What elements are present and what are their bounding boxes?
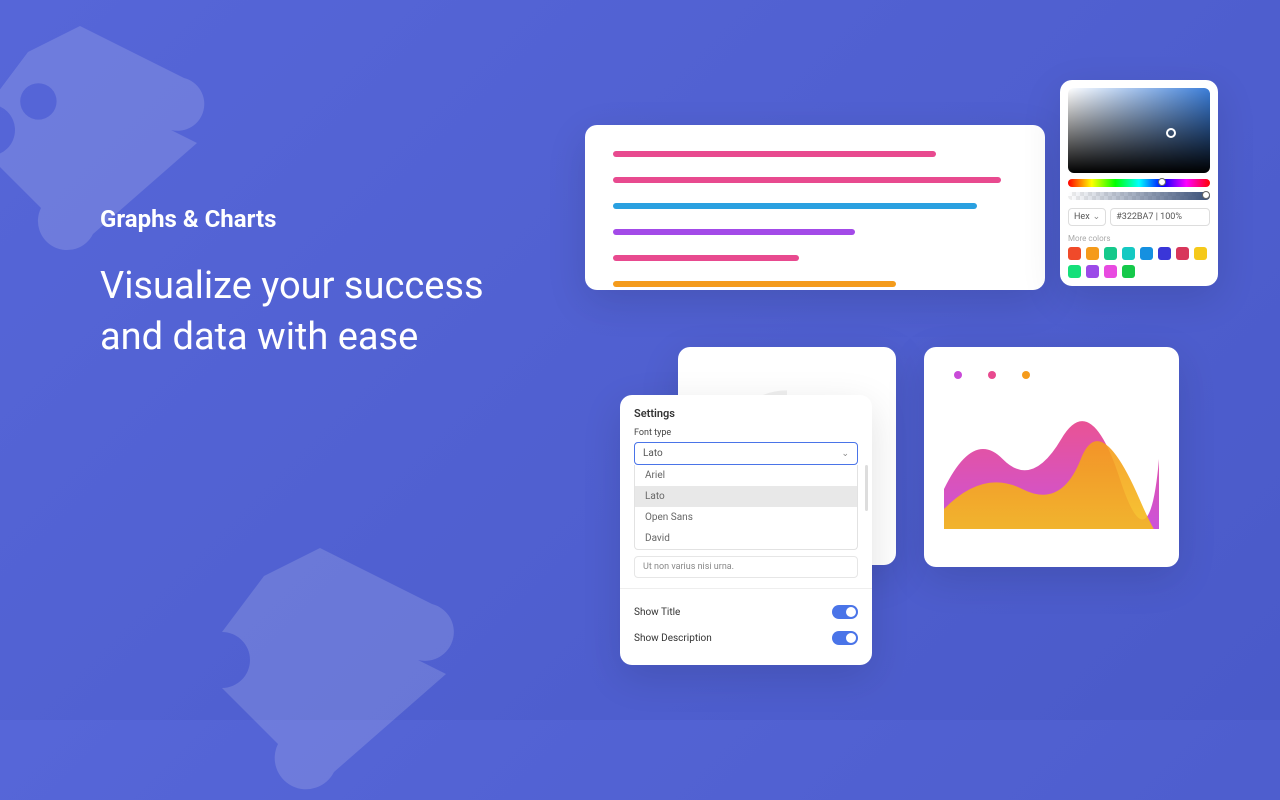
color-swatch[interactable]	[1194, 247, 1207, 260]
chevron-down-icon: ⌄	[841, 449, 849, 459]
color-swatch[interactable]	[1140, 247, 1153, 260]
legend-dot	[988, 371, 996, 379]
font-option[interactable]: Open Sans	[635, 507, 857, 528]
show-title-label: Show Title	[634, 607, 680, 618]
color-format-select[interactable]: Hex ⌄	[1068, 208, 1106, 226]
font-type-label: Font type	[634, 428, 858, 438]
hue-slider[interactable]	[1068, 179, 1210, 187]
color-value-input[interactable]: #322BA7 | 100%	[1110, 208, 1210, 226]
alpha-handle[interactable]	[1202, 191, 1210, 199]
bg-puzzle-shape-2	[180, 520, 460, 800]
font-option[interactable]: Lato	[635, 486, 857, 507]
color-picker-handle[interactable]	[1166, 128, 1176, 138]
divider	[620, 588, 872, 589]
bar-row	[613, 229, 855, 235]
hero-text-block: Graphs & Charts Visualize your success a…	[100, 205, 520, 364]
color-swatch[interactable]	[1086, 247, 1099, 260]
area-chart	[944, 389, 1159, 529]
alpha-slider[interactable]	[1068, 192, 1210, 200]
bar-row	[613, 151, 936, 157]
font-type-dropdown: ArielLatoOpen SansDavid	[634, 465, 858, 550]
color-swatch[interactable]	[1122, 265, 1135, 278]
scrollbar[interactable]	[865, 465, 868, 511]
color-swatch[interactable]	[1086, 265, 1099, 278]
show-description-label: Show Description	[634, 633, 712, 644]
color-swatch[interactable]	[1104, 247, 1117, 260]
chevron-down-icon: ⌄	[1093, 212, 1101, 222]
hue-handle[interactable]	[1158, 178, 1166, 186]
legend-dot	[954, 371, 962, 379]
font-option[interactable]: David	[635, 528, 857, 549]
color-swatch[interactable]	[1104, 265, 1117, 278]
show-title-toggle[interactable]	[832, 605, 858, 619]
bar-row	[613, 255, 799, 261]
settings-panel: Settings Font type Lato ⌄ ArielLatoOpen …	[620, 395, 872, 665]
font-option[interactable]: Ariel	[635, 465, 857, 486]
color-swatch-grid	[1068, 247, 1210, 278]
bar-chart-card	[585, 125, 1045, 290]
color-swatch[interactable]	[1158, 247, 1171, 260]
settings-title: Settings	[634, 407, 858, 420]
color-gradient-field[interactable]	[1068, 88, 1210, 173]
area-chart-legend	[954, 371, 1159, 379]
color-swatch[interactable]	[1068, 247, 1081, 260]
more-colors-label: More colors	[1068, 234, 1210, 243]
color-swatch[interactable]	[1122, 247, 1135, 260]
legend-dot	[1022, 371, 1030, 379]
color-picker-panel: Hex ⌄ #322BA7 | 100% More colors	[1060, 80, 1218, 286]
font-type-select[interactable]: Lato ⌄	[634, 442, 858, 465]
bar-row	[613, 203, 977, 209]
color-swatch[interactable]	[1068, 265, 1081, 278]
hero-title: Graphs & Charts	[100, 205, 520, 233]
hero-subtitle: Visualize your success and data with eas…	[100, 261, 520, 364]
bar-row	[613, 177, 1001, 183]
bar-row	[613, 281, 896, 287]
show-description-toggle[interactable]	[832, 631, 858, 645]
area-chart-card	[924, 347, 1179, 567]
color-swatch[interactable]	[1176, 247, 1189, 260]
description-input[interactable]: Ut non varius nisi urna.	[634, 556, 858, 578]
